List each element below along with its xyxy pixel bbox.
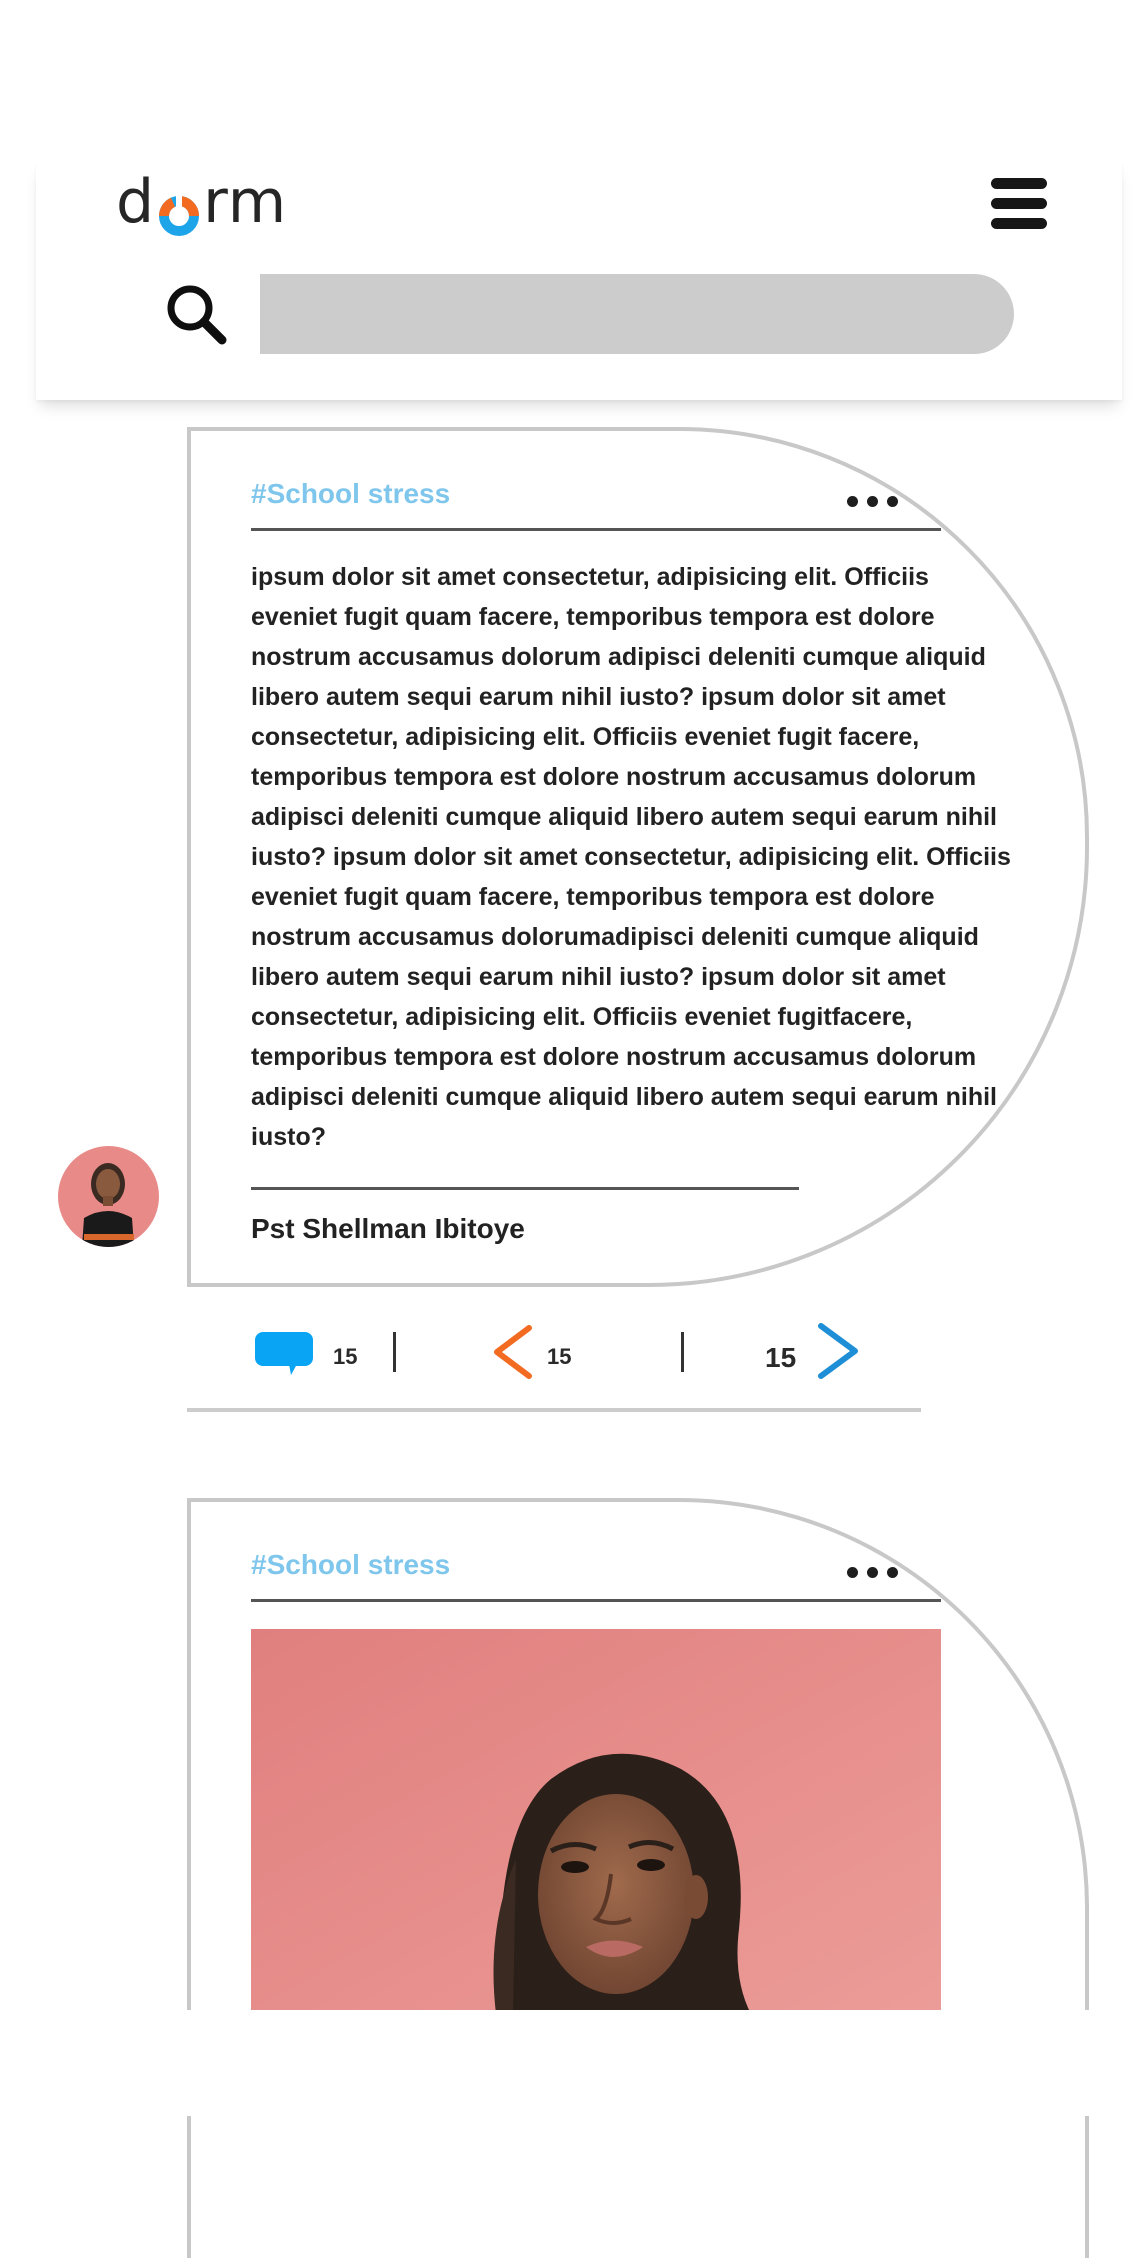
logo-letter-d: d xyxy=(116,167,156,237)
post-actions-bar: 15 15 15 xyxy=(187,1320,921,1412)
left-count: 15 xyxy=(547,1344,572,1369)
more-dots-icon[interactable] xyxy=(847,496,899,508)
post-body-text: ipsum dolor sit amet consectetur, adipis… xyxy=(251,563,1011,1151)
post-header: #School stress xyxy=(251,1537,941,1602)
dorm-logo[interactable]: d rm xyxy=(116,162,316,242)
chevron-right-icon[interactable] xyxy=(815,1322,861,1380)
post-image[interactable] xyxy=(251,1629,941,2014)
page-bottom-space xyxy=(0,2010,1147,2116)
chevron-left-icon[interactable] xyxy=(491,1324,535,1380)
right-count: 15 xyxy=(765,1342,797,1373)
author-divider xyxy=(251,1187,799,1190)
post-tag[interactable]: #School stress xyxy=(251,478,450,510)
app-header: d rm xyxy=(36,162,1122,400)
post-tag[interactable]: #School stress xyxy=(251,1549,450,1581)
comment-count: 15 xyxy=(333,1344,358,1369)
action-separator xyxy=(681,1332,684,1372)
search-icon[interactable] xyxy=(164,282,230,348)
post-header: #School stress xyxy=(251,466,941,531)
comment-bubble-icon[interactable] xyxy=(253,1330,315,1376)
hamburger-menu-icon[interactable] xyxy=(991,178,1047,229)
action-separator xyxy=(393,1332,396,1372)
post-card: #School stress xyxy=(187,1498,1089,2258)
more-dots-icon[interactable] xyxy=(847,1567,899,1579)
search-input[interactable] xyxy=(260,274,1014,354)
post-author[interactable]: Pst Shellman Ibitoye xyxy=(251,1213,525,1245)
logo-ring-icon xyxy=(158,187,200,236)
author-avatar[interactable] xyxy=(58,1146,159,1247)
logo-letters-rm: rm xyxy=(203,167,288,237)
post-card: #School stress ipsum dolor sit amet cons… xyxy=(187,427,1089,1287)
